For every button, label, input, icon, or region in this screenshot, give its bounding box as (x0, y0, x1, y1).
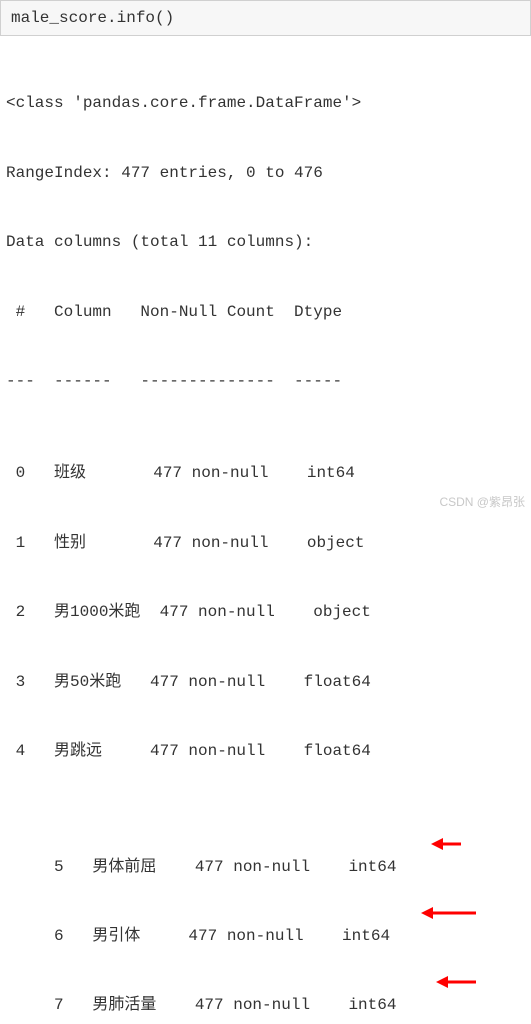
table-row: 7 男肺活量 477 non-null int64 (6, 971, 529, 994)
output-rangeindex-line: RangeIndex: 477 entries, 0 to 476 (6, 162, 529, 185)
table-row: 3 男50米跑 477 non-null float64 (6, 671, 529, 694)
annotation-arrow-icon (431, 837, 461, 851)
code-text: male_score.info() (11, 9, 174, 27)
table-row: 6 男引体 477 non-null int64 (6, 902, 529, 925)
output-divider-line: --- ------ -------------- ----- (6, 370, 529, 393)
output-class-line: <class 'pandas.core.frame.DataFrame'> (6, 92, 529, 115)
watermark-text: CSDN @紫昂张 (439, 493, 525, 510)
code-input-cell[interactable]: male_score.info() (0, 0, 531, 36)
row-text: 5 男体前屈 477 non-null int64 (44, 858, 396, 876)
row-text: 6 男引体 477 non-null int64 (44, 927, 390, 945)
annotation-arrow-icon (421, 906, 476, 920)
row-text: 3 男50米跑 477 non-null float64 (6, 673, 371, 691)
table-row: 1 性别 477 non-null object (6, 532, 529, 555)
output-block: <class 'pandas.core.frame.DataFrame'> Ra… (0, 42, 531, 1024)
row-text: 0 班级 477 non-null int64 (6, 464, 355, 482)
table-row: 4 男跳远 477 non-null float64 (6, 740, 529, 763)
row-text: 2 男1000米跑 477 non-null object (6, 603, 371, 621)
table-row: 0 班级 477 non-null int64 (6, 462, 529, 485)
row-text: 1 性别 477 non-null object (6, 534, 364, 552)
row-text: 7 男肺活量 477 non-null int64 (44, 996, 396, 1014)
row-text: 4 男跳远 477 non-null float64 (6, 742, 371, 760)
annotation-arrow-icon (436, 975, 476, 989)
table-row: 2 男1000米跑 477 non-null object (6, 601, 529, 624)
table-row: 5 男体前屈 477 non-null int64 (6, 833, 529, 856)
output-datacols-line: Data columns (total 11 columns): (6, 231, 529, 254)
output-header-line: # Column Non-Null Count Dtype (6, 301, 529, 324)
